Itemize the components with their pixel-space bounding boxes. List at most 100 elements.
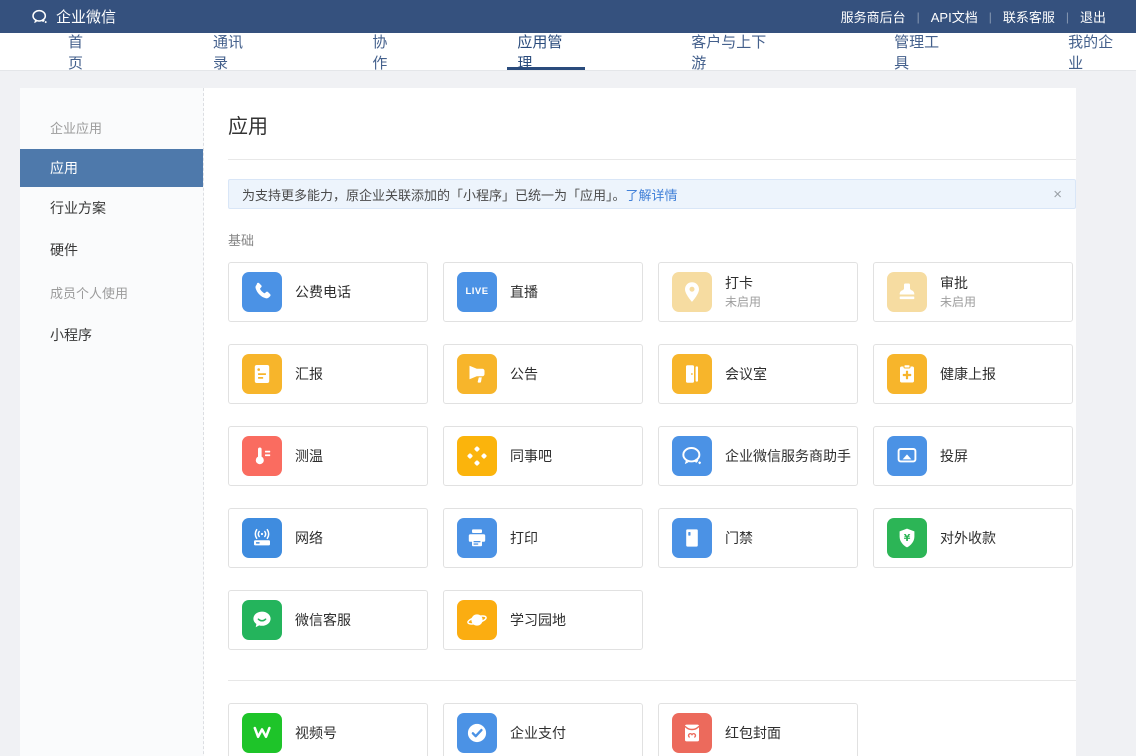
app-card[interactable]: 微信客服 [228,590,428,650]
app-name: 公告 [510,365,538,382]
app-name: 公费电话 [295,283,351,300]
app-card-text: 公告 [510,366,538,383]
sidebar-group-header: 成员个人使用 [50,286,129,301]
sidebar-item[interactable]: 应用 [20,149,203,187]
printer-icon [457,518,497,558]
wecom-bubble-icon [672,436,712,476]
app-card[interactable]: 视频号 [228,703,428,756]
app-name: 汇报 [295,365,323,382]
app-card-text: 对外收款 [940,530,996,547]
topbar-links: 服务商后台 | API文档 | 联系客服 | 退出 [841,7,1106,26]
router-icon [242,518,282,558]
app-name: 微信客服 [295,611,351,628]
app-card-text: 公费电话 [295,284,351,301]
app-name: 企业支付 [510,724,566,741]
app-card[interactable]: LIVE 直播 [443,262,643,322]
app-name: 同事吧 [510,447,552,464]
app-card[interactable]: 公告 [443,344,643,404]
app-card[interactable]: 同事吧 [443,426,643,486]
channels-icon [242,713,282,753]
app-card[interactable]: 打印 [443,508,643,568]
red-packet-icon [672,713,712,753]
chat-bubble-icon [242,600,282,640]
nav-tab[interactable]: 应用管理 [507,33,586,72]
app-card-text: 学习园地 [510,612,566,629]
app-card-text: 打印 [510,530,538,547]
app-card-text: 测温 [295,448,323,465]
notice-banner: 为支持更多能力，原企业关联添加的「小程序」已统一为「应用」。 了解详情 × [228,179,1076,209]
app-card[interactable]: 企业支付 [443,703,643,756]
app-card[interactable]: 门禁 [658,508,858,568]
separator: | [1065,9,1069,24]
page-body: 企业应用 应用 行业方案 硬件 成员个人使用 小程序 应用 为支持更多能力，原企业关联添加… [20,88,1076,756]
app-card[interactable]: 学习园地 [443,590,643,650]
separator: | [988,9,992,24]
sidebar-item[interactable]: 硬件 [20,229,203,271]
nav-tab[interactable]: 管理工具 [884,33,962,72]
four-diamond-icon [457,436,497,476]
sidebar-item[interactable]: 小程序 [20,314,203,356]
app-card-text: 视频号 [295,725,337,742]
app-card-text: 汇报 [295,366,323,383]
app-card[interactable]: 会议室 [658,344,858,404]
app-card[interactable]: 审批 未启用 [873,262,1073,322]
app-card[interactable]: 汇报 [228,344,428,404]
nav-tab[interactable]: 通讯录 [203,33,266,72]
app-name: 网络 [295,529,323,546]
app-card[interactable]: 健康上报 [873,344,1073,404]
app-card[interactable]: 测温 [228,426,428,486]
topbar-link[interactable]: 服务商后台 [841,7,906,26]
app-name: 打卡 [725,275,753,291]
app-name: 审批 [940,275,968,291]
app-card-text: 审批 未启用 [940,275,976,309]
main-content: 应用 为支持更多能力，原企业关联添加的「小程序」已统一为「应用」。 了解详情 ×… [204,88,1076,756]
thermometer-icon [242,436,282,476]
phone-icon [242,272,282,312]
app-name: 直播 [510,283,538,300]
app-card-text: 会议室 [725,366,767,383]
main-nav: 首页 通讯录 协作 应用管理 客户与上下游 管理工具 我的企业 [0,33,1136,72]
brand: 企业微信 [30,6,116,27]
app-card[interactable]: 红包封面 [658,703,858,756]
app-name: 企业微信服务商助手 [725,447,851,464]
app-status: 未启用 [940,295,977,309]
nav-tab[interactable]: 我的企业 [1058,33,1136,72]
app-card-text: 同事吧 [510,448,552,465]
banner-link[interactable]: 了解详情 [626,185,678,204]
app-name: 测温 [295,447,323,464]
app-card[interactable]: 企业微信服务商助手 [658,426,858,486]
nav-tabs: 首页 通讯录 协作 应用管理 客户与上下游 管理工具 我的企业 [0,33,1136,72]
close-icon[interactable]: × [1053,187,1062,202]
clipboard-plus-icon [887,354,927,394]
topbar-link[interactable]: 联系客服 [1003,7,1055,26]
app-card[interactable]: 打卡 未启用 [658,262,858,322]
cast-screen-icon [887,436,927,476]
sidebar: 企业应用 应用 行业方案 硬件 成员个人使用 小程序 [20,88,204,756]
app-card[interactable]: 网络 [228,508,428,568]
section-divider [228,680,1076,681]
app-name: 投屏 [940,447,968,464]
app-name: 健康上报 [940,365,996,382]
wecom-logo-icon [30,7,50,27]
topbar-link[interactable]: 退出 [1080,7,1106,26]
app-name: 打印 [510,529,538,546]
main-inner: 应用 为支持更多能力，原企业关联添加的「小程序」已统一为「应用」。 了解详情 ×… [228,110,1076,756]
door-open-icon [672,354,712,394]
app-card[interactable]: ¥ 对外收款 [873,508,1073,568]
nav-tab[interactable]: 客户与上下游 [681,33,788,72]
nav-tab[interactable]: 协作 [362,33,411,72]
section-label: 基础 [228,233,255,248]
app-card[interactable]: 投屏 [873,426,1073,486]
app-name: 学习园地 [510,611,566,628]
app-name: 对外收款 [940,529,996,546]
live-icon: LIVE [457,272,497,312]
sidebar-item[interactable]: 行业方案 [20,187,203,229]
topbar-link[interactable]: API文档 [931,7,978,26]
nav-tab[interactable]: 首页 [58,33,107,72]
planet-icon [457,600,497,640]
app-name: 会议室 [725,365,767,382]
app-card-text: 投屏 [940,448,968,465]
app-card-text: 企业支付 [510,725,566,742]
app-card[interactable]: 公费电话 [228,262,428,322]
location-pin-icon [672,272,712,312]
